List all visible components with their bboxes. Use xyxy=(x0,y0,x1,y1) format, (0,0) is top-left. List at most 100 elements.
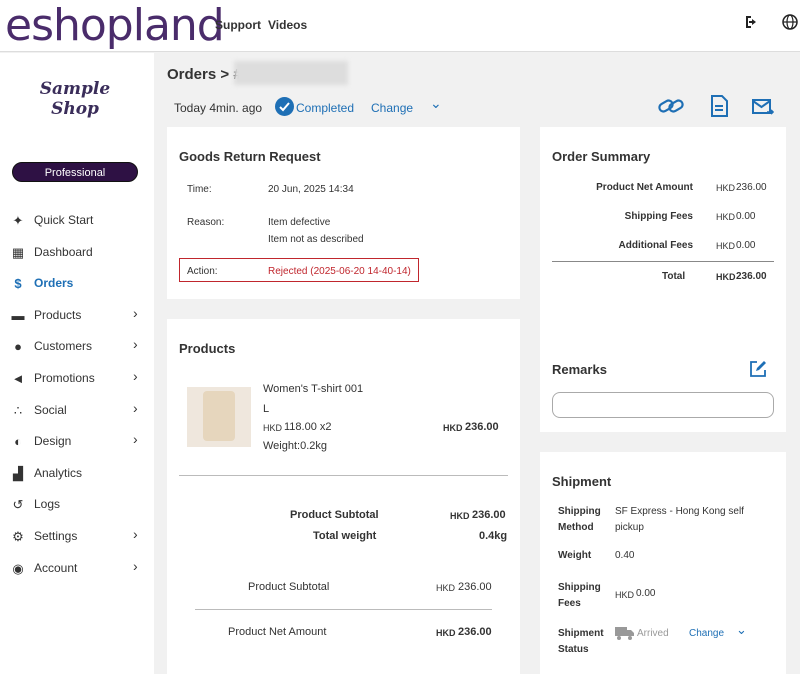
currency: HKD xyxy=(436,628,456,638)
total-weight-label: Total weight xyxy=(313,530,377,542)
sidebar-item-settings[interactable]: ⚙ Settings › xyxy=(0,521,154,551)
summary-label: Shipping Fees xyxy=(624,211,693,222)
action-label: Action: xyxy=(187,266,218,277)
subtotal-value: 236.00 xyxy=(472,509,506,521)
sidebar-item-promotions[interactable]: ◄ Promotions › xyxy=(0,363,154,393)
change-status-button[interactable]: Change xyxy=(371,101,413,115)
order-number-redacted xyxy=(234,61,348,85)
plan-badge: Professional xyxy=(12,162,138,182)
sidebar-item-label: Quick Start xyxy=(34,213,94,227)
document-icon[interactable] xyxy=(710,95,728,123)
sidebar-item-social[interactable]: ∴ Social › xyxy=(0,395,154,425)
sidebar-item-label: Social xyxy=(34,402,67,417)
product-size: L xyxy=(263,403,270,415)
subtotal-label: Product Subtotal xyxy=(290,509,379,521)
support-link[interactable]: Support xyxy=(215,18,261,32)
box-icon: ▬ xyxy=(11,307,25,323)
change-shipment-button[interactable]: Change xyxy=(689,628,724,639)
truck-icon xyxy=(615,625,635,646)
sidebar-item-design[interactable]: ◐ Design › xyxy=(0,426,154,456)
logout-icon[interactable] xyxy=(742,14,762,34)
chevron-right-icon: › xyxy=(133,526,138,542)
chevron-right-icon: › xyxy=(133,304,138,321)
currency: HKD xyxy=(716,212,736,222)
currency: HKD xyxy=(615,590,635,600)
videos-link[interactable]: Videos xyxy=(268,18,307,32)
chevron-down-icon[interactable]: ⌄ xyxy=(430,95,442,112)
edit-icon[interactable] xyxy=(749,360,767,383)
remarks-card: Remarks xyxy=(540,336,786,432)
sidebar-item-label: Dashboard xyxy=(34,244,93,259)
remarks-input[interactable] xyxy=(552,392,774,418)
link-icon[interactable] xyxy=(657,95,685,123)
dashboard-icon: ▦ xyxy=(11,244,25,260)
completed-check-icon xyxy=(275,97,294,116)
currency: HKD xyxy=(436,583,456,593)
sidebar-item-orders[interactable]: $ Orders xyxy=(0,268,154,298)
currency: HKD xyxy=(716,241,736,251)
sidebar-item-label: Logs xyxy=(34,497,61,512)
sidebar-item-label: Promotions xyxy=(34,371,95,385)
shop-name: Sample Shop xyxy=(39,79,111,119)
shipment-title: Shipment xyxy=(552,474,612,489)
shipping-method-value: SF Express - Hong Kong self pickup xyxy=(615,506,744,533)
account-icon: ◉ xyxy=(12,560,24,576)
total-value: 236.00 xyxy=(736,271,767,282)
sidebar-item-customers[interactable]: ● Customers › xyxy=(0,331,154,361)
summary-label: Additional Fees xyxy=(618,240,693,251)
divider xyxy=(552,261,774,262)
shipment-card: Shipment Shipping Method SF Express - Ho… xyxy=(540,452,786,674)
currency: HKD xyxy=(716,183,736,193)
order-status: Completed xyxy=(296,101,355,115)
sidebar-item-account[interactable]: ◉ Account › xyxy=(0,553,154,583)
total-weight-value: 0.4kg xyxy=(479,530,508,542)
goods-return-title: Goods Return Request xyxy=(179,149,321,164)
sidebar-item-label: Settings xyxy=(34,529,78,543)
currency: HKD xyxy=(716,272,736,282)
chevron-down-icon[interactable]: ⌄ xyxy=(736,622,747,638)
orders-icon: $ xyxy=(14,276,22,292)
summary-value: 0.00 xyxy=(736,211,756,222)
order-time: Today 4min. ago xyxy=(174,101,263,115)
net-amount-label: Product Net Amount xyxy=(228,626,327,638)
sidebar-item-products[interactable]: ▬ Products › xyxy=(0,300,154,330)
product-price: 118.00 x2 xyxy=(284,421,332,433)
sidebar-item-analytics[interactable]: ▟ Analytics xyxy=(0,458,154,488)
shipping-fees-label: Shipping Fees xyxy=(558,582,601,609)
sidebar-item-quick-start[interactable]: ✦ Quick Start xyxy=(0,205,154,235)
sidebar-item-dashboard[interactable]: ▦ Dashboard xyxy=(0,237,154,267)
chart-icon: ▟ xyxy=(13,465,23,481)
sidebar-item-label: Analytics xyxy=(34,465,83,480)
total-label: Total xyxy=(662,271,686,282)
reason-value: Item defective xyxy=(268,217,331,228)
products-title: Products xyxy=(179,341,236,356)
shipment-status-label: Shipment Status xyxy=(558,628,604,655)
currency: HKD xyxy=(450,511,470,521)
reason-label: Reason: xyxy=(187,217,225,228)
weight-value: 0.40 xyxy=(615,550,635,561)
remarks-title: Remarks xyxy=(552,362,607,377)
sidebar-item-label: Account xyxy=(34,560,78,575)
top-bar: eshopland Support Videos xyxy=(0,0,800,52)
product-total: 236.00 xyxy=(465,421,499,433)
summary-value: 0.00 xyxy=(736,240,756,251)
email-icon[interactable] xyxy=(752,97,775,123)
product-name[interactable]: Women's T-shirt 001 xyxy=(263,383,363,395)
sidebar-item-logs[interactable]: ↺ Logs xyxy=(0,489,154,519)
reason-value: Item not as described xyxy=(268,234,364,245)
share-icon: ∴ xyxy=(13,402,23,418)
summary-label: Product Net Amount xyxy=(596,182,693,193)
sidebar-item-label: Orders xyxy=(34,276,74,291)
chevron-right-icon: › xyxy=(133,431,138,448)
globe-icon[interactable] xyxy=(780,14,800,34)
palette-icon: ◐ xyxy=(14,434,22,450)
sidebar-item-label: Customers xyxy=(34,339,93,354)
eshopland-logo[interactable]: eshopland xyxy=(5,0,225,51)
magic-wand-icon: ✦ xyxy=(12,213,24,228)
product-image xyxy=(187,387,251,447)
subtotal-label: Product Subtotal xyxy=(248,581,330,593)
products-card: Products Women's T-shirt 001 L HKD 118.0… xyxy=(167,319,520,674)
product-weight: Weight:0.2kg xyxy=(263,440,328,452)
sidebar-item-label: Design xyxy=(34,434,72,449)
history-icon: ↺ xyxy=(12,497,24,513)
